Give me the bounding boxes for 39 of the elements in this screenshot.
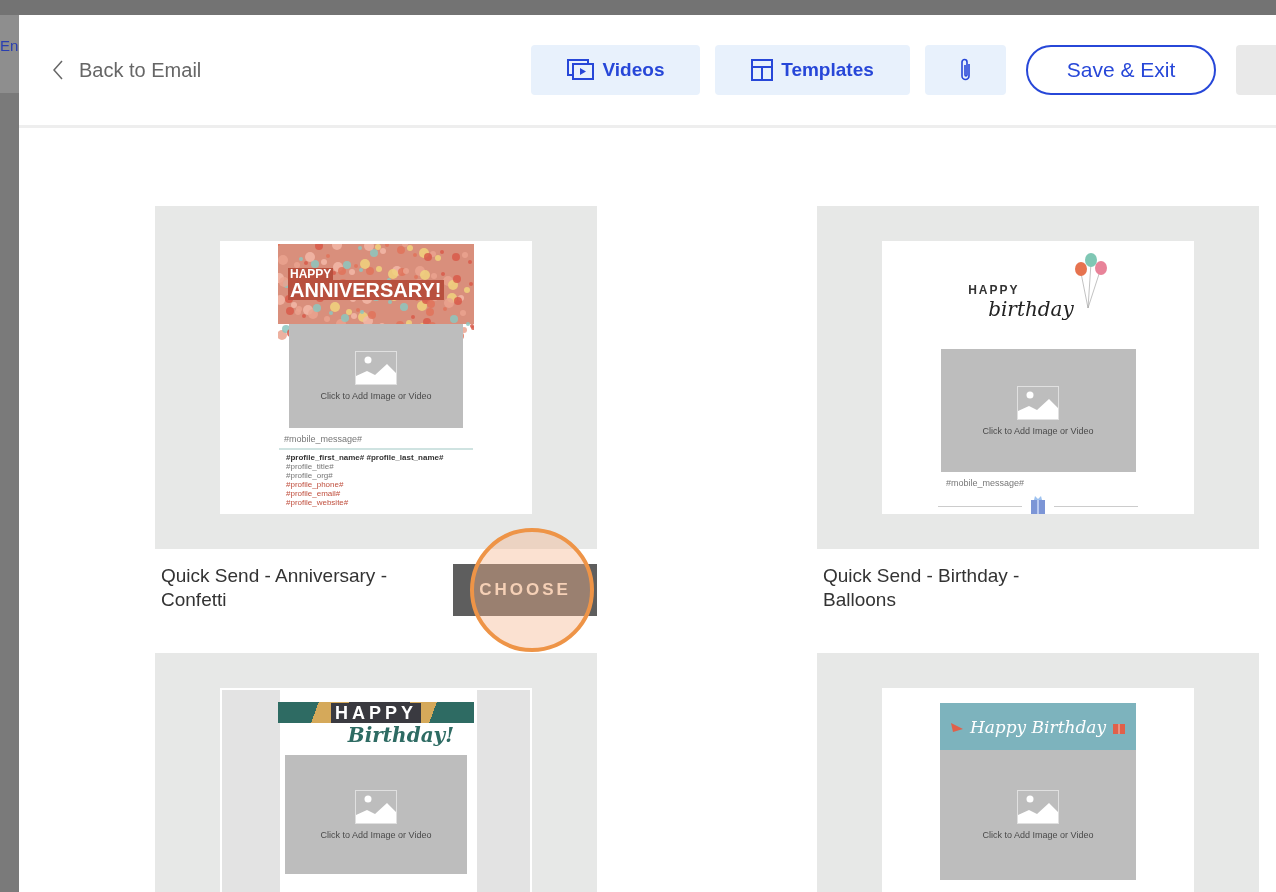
template-title: Quick Send - Anniversary - Confetti — [160, 564, 388, 612]
image-placeholder[interactable]: Click to Add Image or Video — [285, 755, 467, 874]
headline-text: HAPPY — [968, 283, 1021, 297]
save-exit-button[interactable]: Save & Exit — [1026, 45, 1216, 95]
headline-text: ANNIVERSARY! — [288, 280, 444, 300]
templates-button[interactable]: Templates — [715, 45, 910, 95]
headline-text: HAPPY — [288, 268, 334, 280]
profile-field: #profile_title# — [286, 462, 444, 471]
image-icon — [355, 789, 397, 824]
message-placeholder: #mobile_message# — [284, 434, 363, 444]
image-icon — [1017, 790, 1059, 824]
template-title: Quick Send - Birthday - Balloons — [822, 564, 1021, 612]
headline-banner: HAPPY — [278, 702, 474, 723]
image-placeholder[interactable]: Click to Add Image or Video — [940, 750, 1136, 880]
headline-text: Birthday! — [347, 723, 454, 747]
layout-icon — [751, 59, 774, 81]
chevron-left-icon — [53, 60, 63, 80]
image-icon — [355, 351, 397, 385]
video-icon — [566, 59, 595, 81]
template-preview[interactable]: HAPPY birthday Click to Add Image or Video #mobile_message# — [817, 206, 1259, 549]
image-placeholder[interactable]: Click to Add Image or Video — [940, 349, 1136, 472]
template-preview[interactable]: Happy Birthday Click to Add Image or Video — [817, 653, 1259, 892]
template-preview[interactable]: HAPPY Birthday! Click to Add Image or Video — [155, 653, 597, 892]
gift-icon — [1030, 496, 1046, 514]
image-icon — [1017, 385, 1059, 420]
profile-field: #profile_website# — [286, 498, 444, 507]
profile-field: #profile_first_name# #profile_last_name# — [286, 453, 444, 462]
profile-field: #profile_email# — [286, 489, 444, 498]
back-link[interactable]: Back to Email — [53, 58, 202, 82]
paperclip-icon — [959, 57, 972, 83]
videos-button[interactable]: Videos — [531, 45, 700, 95]
message-placeholder: #mobile_message# — [946, 478, 1025, 488]
template-preview[interactable]: HAPPY ANNIVERSARY! Click to Add Image or Video #mobile_message# #profile_first_name# #profile_last_name# #profile_title# #profile_org# #profile_phone# #profile_email# #profile_website# — [155, 206, 597, 549]
attachment-button[interactable] — [925, 45, 1006, 95]
image-placeholder[interactable]: Click to Add Image or Video — [289, 324, 463, 428]
headline-banner: Happy Birthday — [940, 703, 1136, 750]
profile-field: #profile_org# — [286, 471, 444, 480]
profile-field: #profile_phone# — [286, 480, 444, 489]
headline-text: birthday — [988, 297, 1074, 321]
